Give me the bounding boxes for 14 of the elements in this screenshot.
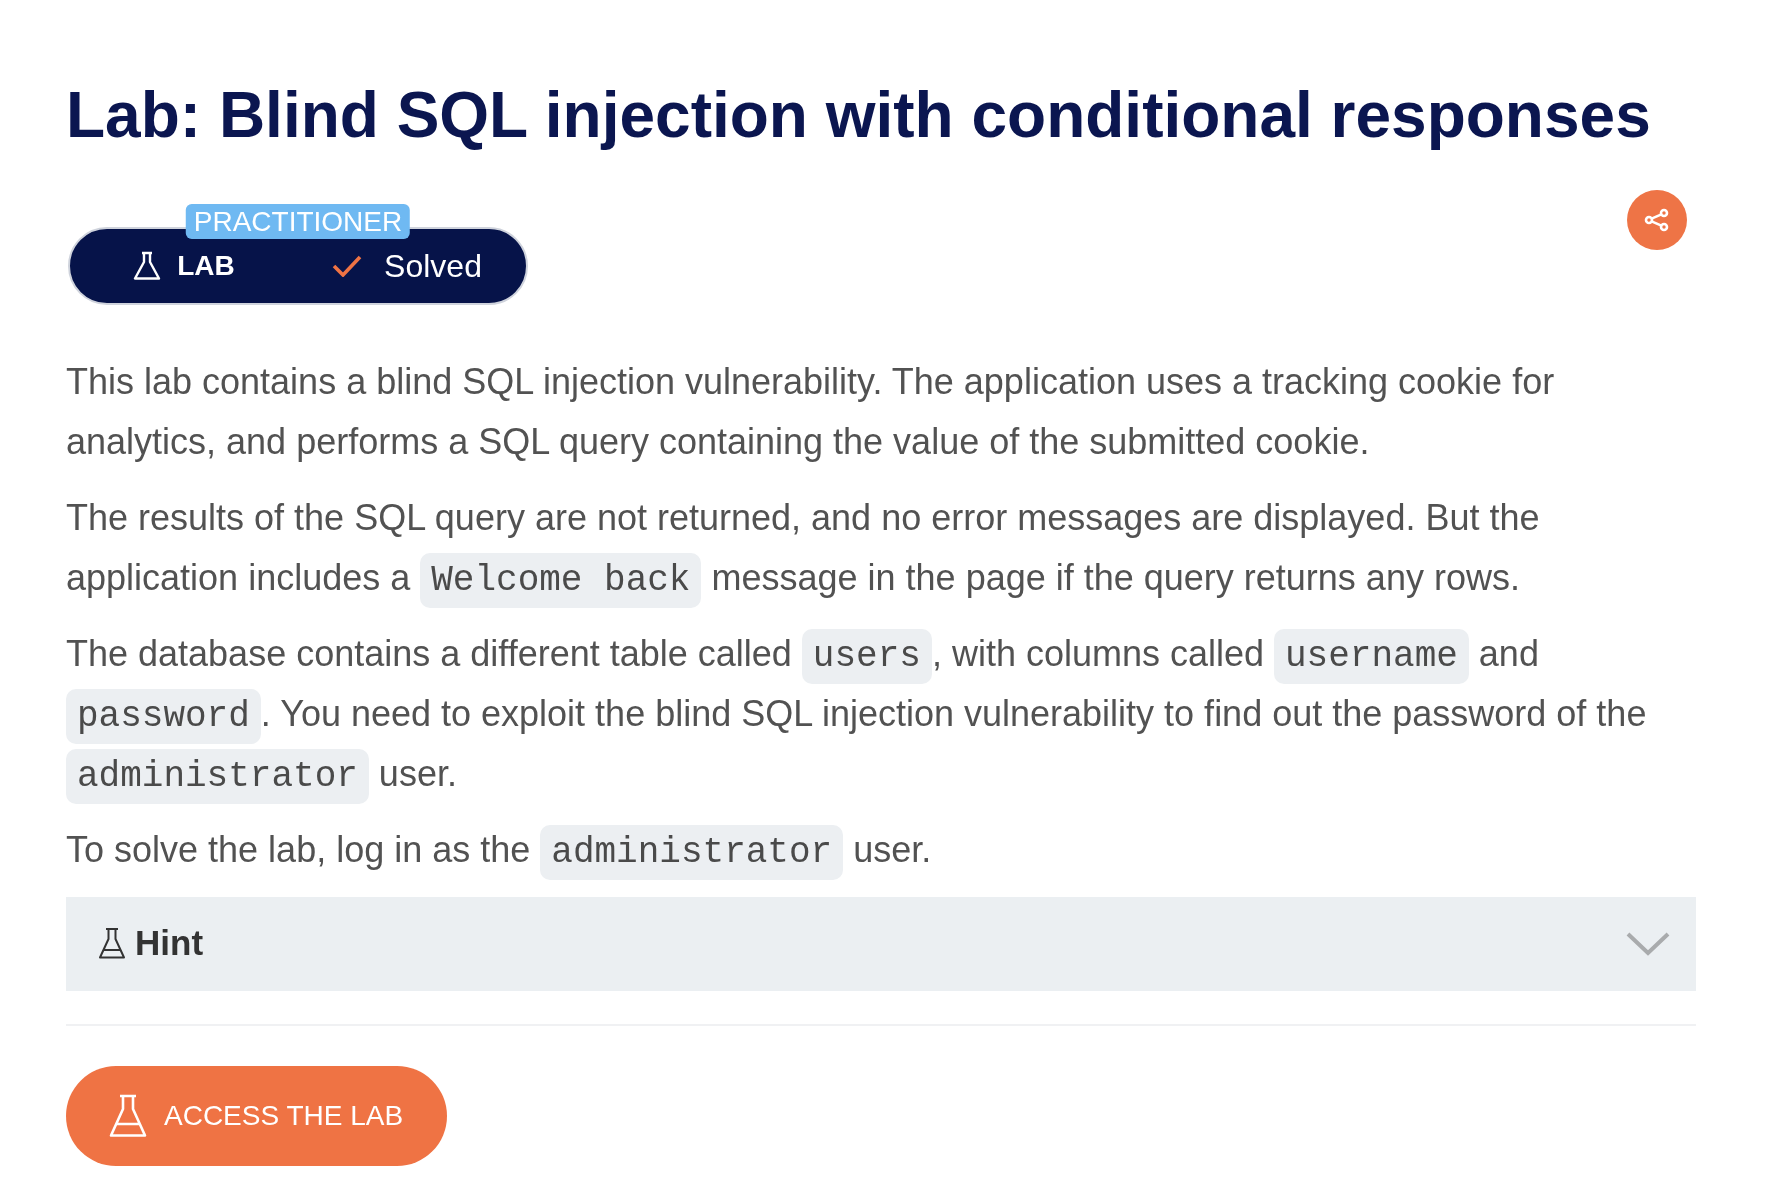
page-title: Lab: Blind SQL injection with conditional responses bbox=[66, 79, 1652, 153]
flask-icon bbox=[109, 1093, 147, 1138]
lab-type-label: LAB bbox=[177, 248, 235, 283]
hint-bar[interactable]: Hint bbox=[66, 896, 1696, 991]
flask-icon bbox=[133, 250, 162, 281]
description-paragraph: The results of the SQL query are not returned, and no error messages are displayed. But the application includes a Welcome back message in the page if the query returns any rows. bbox=[66, 487, 1696, 608]
description-paragraph: To solve the lab, log in as the administrator user. bbox=[66, 819, 1696, 880]
flask-icon bbox=[98, 927, 126, 961]
share-icon bbox=[1644, 207, 1670, 232]
description-paragraph: The database contains a different table called users , with columns called username and password . You need to exploit the blind SQL injection vulnerability to find out the password of the administrator user. bbox=[66, 623, 1696, 804]
practitioner-level-label: PRACTITIONER bbox=[185, 203, 411, 239]
description-paragraph: This lab contains a blind SQL injection vulnerability. The application uses a tracking cookie for analytics, and performs a SQL query containing the value of the submitted cookie. bbox=[66, 359, 1556, 464]
lab-status-label: Solved bbox=[384, 246, 482, 286]
hint-label: Hint bbox=[135, 922, 204, 965]
